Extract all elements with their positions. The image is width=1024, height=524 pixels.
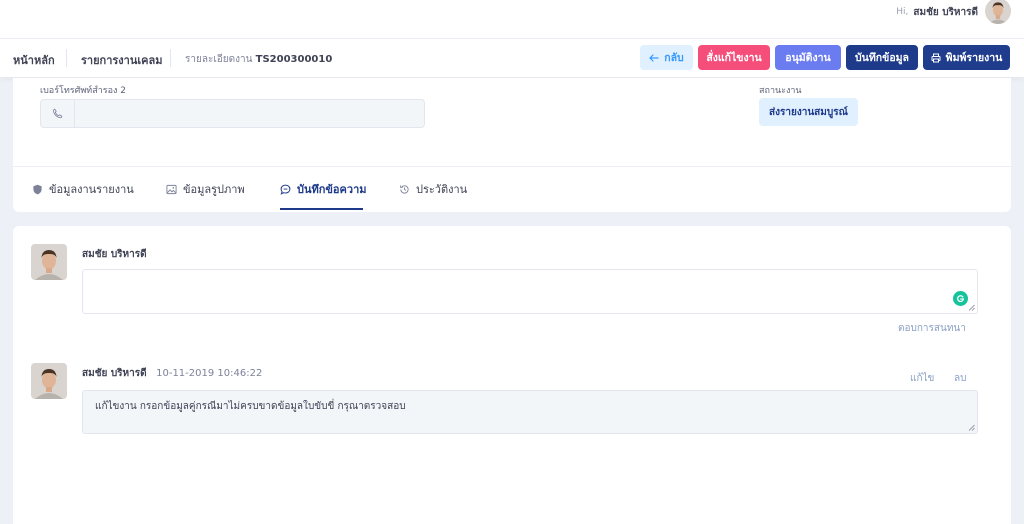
arrow-left-icon bbox=[649, 53, 659, 62]
sub-header: หน้าหลัก รายการงานเคลม รายละเอียดงาน TS2… bbox=[0, 39, 1024, 77]
message-author: สมชัย บริหารดี 10-11-2019 10:46:22 bbox=[82, 366, 262, 381]
edit-message-link[interactable]: แก้ไข bbox=[910, 371, 934, 386]
breadcrumb-detail-label: รายละเอียดงาน bbox=[185, 54, 253, 65]
approve-label: อนุมัติงาน bbox=[785, 52, 831, 64]
print-label: พิมพ์รายงาน bbox=[945, 52, 1003, 64]
phone-icon bbox=[53, 108, 63, 119]
phone2-label: เบอร์โทรศัพท์สำรอง 2 bbox=[40, 86, 126, 96]
breadcrumb-divider bbox=[66, 49, 67, 67]
reply-submit-link[interactable]: ตอบการสนทนา bbox=[898, 321, 966, 336]
breadcrumb-claims[interactable]: รายการงานเคลม bbox=[81, 51, 162, 69]
order-fix-button[interactable]: สั่งแก้ไขงาน bbox=[698, 45, 770, 70]
save-label: บันทึกข้อมูล bbox=[855, 52, 909, 64]
history-icon bbox=[400, 184, 409, 194]
save-button[interactable]: บันทึกข้อมูล bbox=[846, 45, 918, 70]
message-author-name: สมชัย บริหารดี bbox=[82, 368, 147, 379]
status-label: สถานะงาน bbox=[759, 86, 802, 96]
tab-label: บันทึกข้อความ bbox=[297, 183, 367, 196]
resize-handle-icon[interactable] bbox=[968, 304, 975, 311]
tab-label: ข้อมูลรูปภาพ bbox=[183, 183, 245, 196]
delete-message-link[interactable]: ลบ bbox=[954, 371, 966, 386]
notes-card: สมชัย บริหารดี ตอบการสนทนา สมชัย บริหารด… bbox=[13, 226, 1011, 524]
message-textarea[interactable]: แก้ไขงาน กรอกข้อมูลคู่กรณีมาไม่ครบขาดข้อ… bbox=[82, 390, 978, 434]
job-detail-card: เบอร์โทรศัพท์สำรอง 2 สถานะงาน ส่งรายงานส… bbox=[13, 78, 1011, 212]
reply-author: สมชัย บริหารดี bbox=[82, 249, 147, 260]
print-button[interactable]: พิมพ์รายงาน bbox=[923, 45, 1010, 70]
user-avatar[interactable] bbox=[985, 0, 1011, 24]
tab-history[interactable]: ประวัติงาน bbox=[399, 181, 467, 197]
breadcrumb-detail: รายละเอียดงาน TS200300010 bbox=[185, 52, 332, 67]
order-fix-label: สั่งแก้ไขงาน bbox=[706, 52, 762, 64]
chat-icon bbox=[280, 184, 291, 195]
tab-notes[interactable]: บันทึกข้อความ bbox=[280, 181, 367, 197]
tab-images[interactable]: ข้อมูลรูปภาพ bbox=[166, 181, 245, 197]
breadcrumb-home[interactable]: หน้าหลัก bbox=[13, 51, 55, 69]
top-bar: Hi, สมชัย บริหารดี bbox=[0, 0, 1024, 38]
breadcrumb-job-id: TS200300010 bbox=[255, 54, 333, 65]
tab-label: ประวัติงาน bbox=[416, 183, 468, 196]
printer-icon bbox=[931, 53, 941, 62]
back-label: กลับ bbox=[664, 52, 684, 64]
tabs-divider bbox=[13, 166, 1011, 167]
grammarly-icon[interactable] bbox=[953, 291, 968, 306]
user-name: สมชัย บริหารดี bbox=[913, 6, 978, 18]
phone2-input[interactable] bbox=[75, 100, 424, 127]
resize-handle-icon[interactable] bbox=[968, 424, 975, 431]
tab-report-info[interactable]: ข้อมูลงานรายงาน bbox=[32, 181, 134, 197]
image-icon bbox=[166, 184, 177, 194]
message-timestamp: 10-11-2019 10:46:22 bbox=[156, 368, 263, 379]
approve-button[interactable]: อนุมัติงาน bbox=[775, 45, 841, 70]
status-badge: ส่งรายงานสมบูรณ์ bbox=[759, 98, 858, 126]
back-button[interactable]: กลับ bbox=[640, 45, 693, 70]
user-greeting[interactable]: Hi, สมชัย บริหารดี bbox=[896, 5, 978, 19]
message-text: แก้ไขงาน กรอกข้อมูลคู่กรณีมาไม่ครบขาดข้อ… bbox=[95, 401, 406, 412]
tab-label: ข้อมูลงานรายงาน bbox=[49, 183, 134, 196]
reply-textarea[interactable] bbox=[82, 269, 978, 314]
message-avatar bbox=[31, 363, 67, 399]
greeting-text: Hi, bbox=[896, 7, 909, 17]
phone-addon bbox=[41, 100, 75, 127]
active-tab-indicator bbox=[280, 208, 363, 210]
shield-icon bbox=[33, 184, 42, 194]
phone2-field[interactable] bbox=[40, 99, 425, 128]
breadcrumb-divider bbox=[170, 49, 171, 67]
reply-avatar bbox=[31, 244, 67, 280]
